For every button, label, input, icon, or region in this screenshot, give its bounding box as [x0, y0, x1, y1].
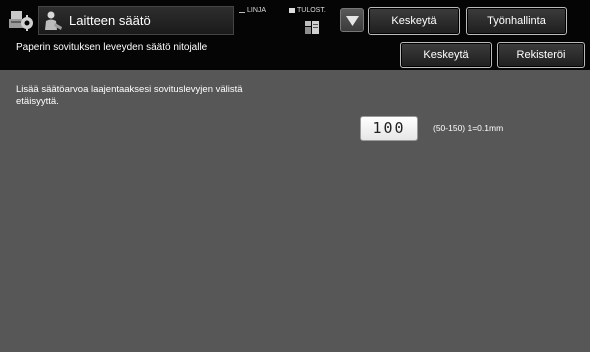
top-bar: Laitteen säätö LINJA TULOST. Keskeytä Ty…: [0, 0, 590, 40]
instruction-text: Lisää säätöarvoa laajentaaksesi sovitusl…: [16, 84, 243, 107]
print-status-icon: [289, 7, 295, 13]
adjustment-value-field[interactable]: 100: [360, 116, 418, 141]
device-settings-icon[interactable]: [8, 8, 34, 32]
person-icon: [45, 11, 62, 30]
range-hint: (50-150) 1=0.1mm: [433, 123, 504, 133]
print-job-icon: [305, 21, 319, 34]
print-status-label: TULOST.: [297, 7, 326, 14]
register-button[interactable]: Rekisteröi: [497, 42, 585, 68]
main-content: Lisää säätöarvoa laajentaaksesi sovitusl…: [0, 70, 590, 352]
stop-button-top[interactable]: Keskeytä: [368, 7, 460, 35]
line-status-indicator: LINJA: [239, 7, 266, 15]
stop-button[interactable]: Keskeytä: [400, 42, 492, 68]
job-status-button[interactable]: Työnhallinta: [466, 7, 567, 35]
dropdown-button[interactable]: [340, 8, 364, 32]
chevron-down-icon: [346, 16, 359, 26]
line-status-icon: [239, 8, 245, 13]
sub-header: Paperin sovituksen leveyden säätö nitoja…: [0, 40, 590, 70]
print-status-indicator: TULOST.: [289, 7, 326, 15]
sub-title: Paperin sovituksen leveyden säätö nitoja…: [16, 42, 208, 53]
line-status-label: LINJA: [247, 7, 267, 14]
title-box: Laitteen säätö: [38, 6, 234, 35]
screen-title: Laitteen säätö: [69, 13, 151, 28]
